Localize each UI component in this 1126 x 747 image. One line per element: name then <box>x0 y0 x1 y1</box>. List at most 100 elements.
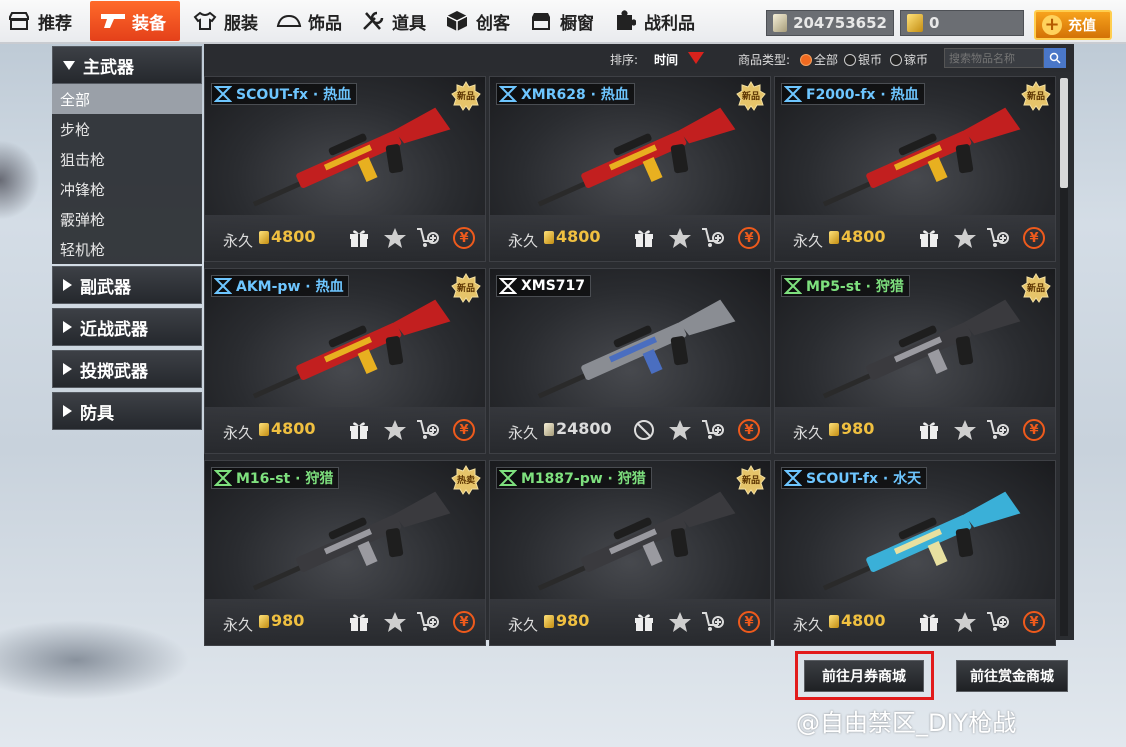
item-name: MP5-st · 狩猎 <box>806 279 904 295</box>
item-card[interactable]: SCOUT-fx · 热血 新品 永久 4800 ¥ <box>204 76 486 262</box>
buy-button[interactable]: ¥ <box>1022 419 1046 441</box>
tab-recommend[interactable]: 推荐 <box>0 0 84 43</box>
tab-maker[interactable]: 创客 <box>438 0 522 43</box>
add-to-cart-button[interactable] <box>701 419 725 441</box>
gift-button[interactable] <box>347 611 371 633</box>
star-icon <box>384 420 406 440</box>
favorite-button[interactable] <box>383 419 407 441</box>
rank-icon <box>214 470 232 486</box>
add-to-cart-button[interactable] <box>416 611 440 633</box>
item-card[interactable]: SCOUT-fx · 水天 永久 4800 ¥ <box>774 460 1056 646</box>
buy-button[interactable]: ¥ <box>452 227 476 249</box>
cart-add-icon <box>702 420 724 439</box>
tab-loot[interactable]: 战利品 <box>606 0 707 43</box>
item-title: M1887-pw · 狩猎 <box>496 467 652 489</box>
weapon-image <box>537 299 736 399</box>
add-to-cart-button[interactable] <box>701 227 725 249</box>
item-card[interactable]: M1887-pw · 狩猎 新品 永久 980 ¥ <box>489 460 771 646</box>
tab-label: 装备 <box>132 13 166 34</box>
tab-showcase[interactable]: 橱窗 <box>522 0 606 43</box>
subcategory-smg[interactable]: 冲锋枪 <box>52 174 202 204</box>
favorite-button[interactable] <box>953 227 977 249</box>
item-footer: 永久 980 ¥ <box>205 599 485 645</box>
favorite-button[interactable] <box>668 419 692 441</box>
item-card[interactable]: XMS717 永久 24800 ¥ <box>489 268 771 454</box>
no-gift-icon <box>634 420 654 440</box>
item-title: XMS717 <box>496 275 592 297</box>
gift-button[interactable] <box>917 419 941 441</box>
add-to-cart-button[interactable] <box>986 611 1010 633</box>
category-armor[interactable]: 防具 <box>52 392 202 430</box>
item-card[interactable]: AKM-pw · 热血 新品 永久 4800 ¥ <box>204 268 486 454</box>
favorite-button[interactable] <box>668 227 692 249</box>
buy-button[interactable]: ¥ <box>737 227 761 249</box>
buy-button[interactable]: ¥ <box>737 419 761 441</box>
item-title: AKM-pw · 热血 <box>211 275 350 297</box>
item-title: SCOUT-fx · 水天 <box>781 467 928 489</box>
filter-all-radio[interactable]: 全部 <box>800 51 838 68</box>
item-card[interactable]: F2000-fx · 热血 新品 永久 4800 ¥ <box>774 76 1056 262</box>
category-secondary-weapons[interactable]: 副武器 <box>52 266 202 304</box>
scrollbar[interactable] <box>1060 78 1068 636</box>
add-to-cart-button[interactable] <box>701 611 725 633</box>
item-card[interactable]: MP5-st · 狩猎 新品 永久 980 ¥ <box>774 268 1056 454</box>
gift-button[interactable] <box>632 611 656 633</box>
item-footer: 永久 4800 ¥ <box>775 599 1055 645</box>
filter-gold-radio[interactable]: 镓币 <box>890 51 928 68</box>
gift-button[interactable] <box>347 419 371 441</box>
tab-items[interactable]: 道具 <box>354 0 438 43</box>
duration-label: 永久 <box>793 616 824 634</box>
sort-time-button[interactable]: 时间 <box>654 51 678 68</box>
gift-button[interactable] <box>347 227 371 249</box>
tab-accessories[interactable]: 饰品 <box>270 0 354 43</box>
item-card[interactable]: XMR628 · 热血 新品 永久 4800 ¥ <box>489 76 771 262</box>
tab-equipment[interactable]: 装备 <box>90 1 180 41</box>
category-primary-weapons[interactable]: 主武器 <box>52 46 202 84</box>
item-name: XMR628 · 热血 <box>521 87 629 103</box>
add-to-cart-button[interactable] <box>416 419 440 441</box>
subcategory-sniper[interactable]: 狙击枪 <box>52 144 202 174</box>
gift-icon <box>350 230 368 247</box>
search-button[interactable] <box>1044 48 1066 68</box>
category-melee-weapons[interactable]: 近战武器 <box>52 308 202 346</box>
add-to-cart-button[interactable] <box>986 419 1010 441</box>
yuan-icon: ¥ <box>738 227 760 249</box>
gift-button[interactable] <box>917 227 941 249</box>
filter-silver-radio[interactable]: 银币 <box>844 51 882 68</box>
favorite-button[interactable] <box>953 611 977 633</box>
buy-button[interactable]: ¥ <box>1022 611 1046 633</box>
subcategory-shotgun[interactable]: 霰弹枪 <box>52 204 202 234</box>
buy-button[interactable]: ¥ <box>452 611 476 633</box>
favorite-button[interactable] <box>383 611 407 633</box>
add-to-cart-button[interactable] <box>986 227 1010 249</box>
bounty-store-button[interactable]: 前往赏金商城 <box>956 660 1068 692</box>
buy-button[interactable]: ¥ <box>737 611 761 633</box>
plus-icon: + <box>1042 15 1062 35</box>
subcategory-rifle[interactable]: 步枪 <box>52 114 202 144</box>
gift-button[interactable] <box>917 611 941 633</box>
yuan-icon: ¥ <box>453 611 475 633</box>
buy-button[interactable]: ¥ <box>1022 227 1046 249</box>
favorite-button[interactable] <box>953 419 977 441</box>
price-value: 24800 <box>556 419 612 438</box>
subcategory-all[interactable]: 全部 <box>52 84 202 114</box>
recharge-button[interactable]: + 充值 <box>1034 10 1112 40</box>
favorite-button[interactable] <box>668 611 692 633</box>
sort-arrow-icon[interactable] <box>688 52 704 64</box>
scroll-thumb[interactable] <box>1060 78 1068 188</box>
star-icon <box>669 228 691 248</box>
favorite-button[interactable] <box>383 227 407 249</box>
category-throwables[interactable]: 投掷武器 <box>52 350 202 388</box>
search-icon <box>1049 52 1061 64</box>
caret-right-icon <box>63 321 72 333</box>
subcategory-lmg[interactable]: 轻机枪 <box>52 234 202 264</box>
duration-label: 永久 <box>508 616 539 634</box>
tab-clothing[interactable]: 服装 <box>186 0 270 43</box>
add-to-cart-button[interactable] <box>416 227 440 249</box>
search-input[interactable] <box>944 48 1044 68</box>
gold-balance: 0 <box>900 10 1024 36</box>
gift-button[interactable] <box>632 227 656 249</box>
buy-button[interactable]: ¥ <box>452 419 476 441</box>
recharge-label: 充值 <box>1068 18 1096 34</box>
item-card[interactable]: M16-st · 狩猎 热卖 永久 980 ¥ <box>204 460 486 646</box>
